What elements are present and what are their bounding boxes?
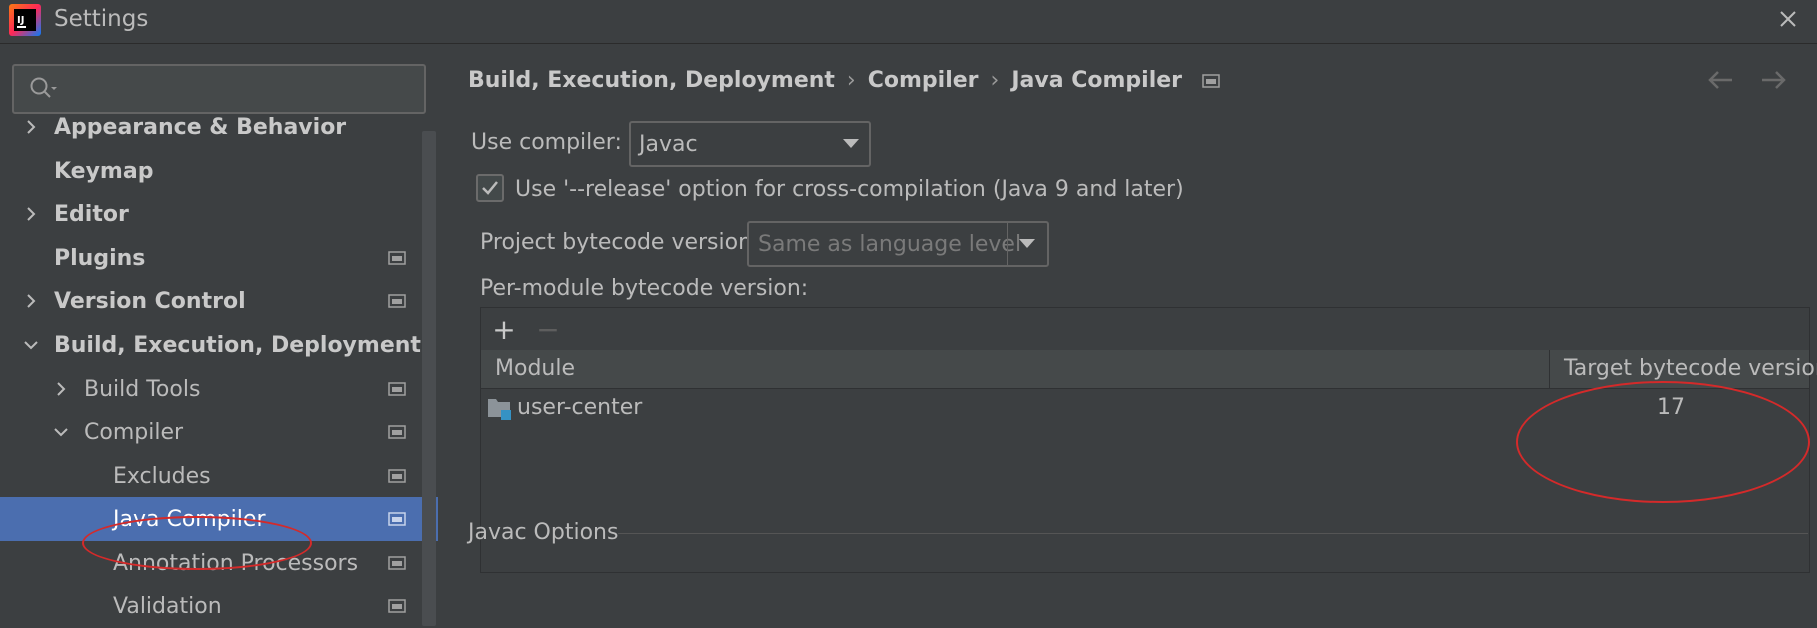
table-row[interactable]: user-center 17 [481, 389, 1809, 429]
sidebar-scrollbar[interactable] [422, 131, 436, 626]
project-bytecode-value: Same as language level [758, 232, 1022, 257]
tree-item-validation[interactable]: Validation [0, 584, 438, 628]
project-settings-icon [388, 469, 406, 483]
project-bytecode-label: Project bytecode version: [480, 230, 760, 255]
breadcrumb-item: Java Compiler [1011, 68, 1183, 93]
module-folder-icon [488, 399, 511, 420]
tree-label: Editor [54, 201, 129, 227]
tree-item-build-tools[interactable]: Build Tools [0, 367, 438, 411]
tree-label: Excludes [113, 463, 211, 489]
project-bytecode-dropdown[interactable]: Same as language level [747, 221, 1049, 267]
column-divider[interactable] [1549, 350, 1550, 388]
tree-label: Build, Execution, Deployment [54, 332, 421, 358]
breadcrumb-separator-icon: › [990, 68, 1000, 93]
tree-item-editor[interactable]: Editor [0, 192, 438, 236]
project-settings-icon [388, 512, 406, 526]
breadcrumb-item[interactable]: Compiler [868, 68, 979, 93]
tree-label: Keymap [54, 158, 154, 184]
settings-content: Build, Execution, Deployment › Compiler … [438, 44, 1817, 626]
javac-options-title: Javac Options [468, 520, 619, 545]
chevron-down-icon[interactable] [50, 421, 72, 443]
chevron-right-icon[interactable] [50, 378, 72, 400]
table-toolbar: + − [481, 308, 1809, 351]
table-header: Module Target bytecode version [481, 350, 1817, 389]
breadcrumb-item[interactable]: Build, Execution, Deployment [468, 68, 835, 93]
chevron-right-icon[interactable] [20, 116, 42, 138]
use-compiler-label: Use compiler: [471, 130, 622, 155]
remove-button[interactable]: − [533, 313, 563, 346]
close-button[interactable] [1773, 4, 1803, 34]
tree-label: Appearance & Behavior [54, 114, 347, 140]
per-module-bytecode-label: Per-module bytecode version: [480, 276, 809, 301]
close-icon [1780, 11, 1796, 27]
tree-item-excludes[interactable]: Excludes [0, 454, 438, 498]
column-header-target-version[interactable]: Target bytecode version [1564, 356, 1817, 381]
title-bar: IJ Settings [0, 0, 1817, 44]
settings-tree: Appearance & Behavior Keymap Editor Plug… [0, 44, 438, 626]
tree-item-java-compiler[interactable]: Java Compiler [0, 497, 438, 541]
checkmark-icon [482, 181, 498, 195]
breadcrumb: Build, Execution, Deployment › Compiler … [468, 68, 1220, 93]
tree-label: Compiler [84, 419, 184, 445]
tree-item-compiler[interactable]: Compiler [0, 410, 438, 454]
project-settings-icon [388, 294, 406, 308]
chevron-right-icon[interactable] [20, 290, 42, 312]
tree-item-version-control[interactable]: Version Control [0, 279, 438, 323]
tree-label: Java Compiler [113, 506, 266, 532]
chevron-down-icon [843, 139, 859, 148]
project-settings-icon [388, 251, 406, 265]
use-compiler-dropdown[interactable]: Javac [629, 121, 871, 167]
tree-item-annotation-processors[interactable]: Annotation Processors [0, 541, 438, 585]
tree-label: Plugins [54, 245, 146, 271]
project-settings-icon [1202, 73, 1220, 88]
chevron-down-icon [1019, 239, 1035, 248]
svg-text:IJ: IJ [17, 15, 24, 26]
project-settings-icon [388, 599, 406, 613]
tree-label: Annotation Processors [113, 550, 359, 576]
section-divider [618, 533, 1808, 534]
tree-item-appearance-behavior[interactable]: Appearance & Behavior [0, 105, 438, 149]
back-arrow-icon[interactable] [1706, 68, 1736, 92]
tree-label: Build Tools [84, 376, 201, 402]
target-version-value[interactable]: 17 [1657, 395, 1685, 420]
intellij-logo-icon: IJ [9, 4, 41, 36]
module-name: user-center [517, 395, 643, 420]
tree-item-build-execution-deployment[interactable]: Build, Execution, Deployment [0, 323, 438, 367]
project-settings-icon [388, 425, 406, 439]
dropdown-divider [1007, 223, 1008, 265]
tree-item-keymap[interactable]: Keymap [0, 149, 438, 193]
release-option-label[interactable]: Use '--release' option for cross-compila… [515, 177, 1184, 202]
chevron-right-icon[interactable] [20, 203, 42, 225]
tree-label: Version Control [54, 288, 246, 314]
tree-item-plugins[interactable]: Plugins [0, 236, 438, 280]
add-button[interactable]: + [489, 313, 519, 346]
release-option-checkbox[interactable] [476, 174, 504, 202]
project-settings-icon [388, 556, 406, 570]
column-header-module[interactable]: Module [495, 356, 575, 381]
window-title: Settings [54, 6, 149, 32]
project-settings-icon [388, 382, 406, 396]
tree-label: Validation [113, 593, 222, 619]
chevron-down-icon[interactable] [20, 334, 42, 356]
forward-arrow-icon[interactable] [1758, 68, 1788, 92]
use-compiler-value: Javac [639, 132, 698, 157]
breadcrumb-separator-icon: › [846, 68, 856, 93]
